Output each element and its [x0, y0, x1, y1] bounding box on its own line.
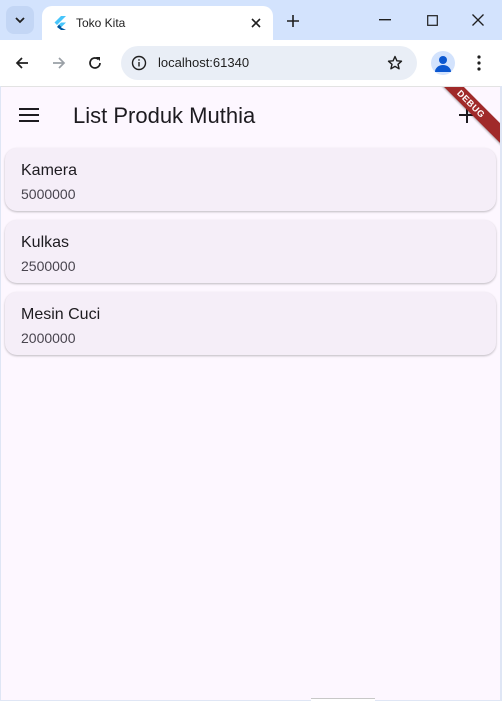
- forward-arrow-icon[interactable]: [45, 49, 73, 77]
- window-close-icon[interactable]: [455, 4, 501, 36]
- minimize-icon[interactable]: [362, 4, 408, 36]
- page-title: List Produk Muthia: [73, 103, 256, 128]
- product-name: Kamera: [21, 162, 78, 179]
- browser-tab-active[interactable]: Toko Kita: [42, 6, 273, 40]
- browser-toolbar: localhost:61340: [0, 40, 502, 86]
- product-card[interactable]: Kamera 5000000: [5, 148, 496, 211]
- flutter-icon: [52, 15, 68, 31]
- product-name: Kulkas: [21, 234, 70, 251]
- address-bar[interactable]: localhost:61340: [121, 46, 417, 80]
- tab-close-icon[interactable]: [245, 12, 267, 34]
- reload-icon[interactable]: [81, 49, 109, 77]
- browser-tabstrip: Toko Kita: [0, 0, 502, 40]
- product-price: 2000000: [21, 330, 76, 346]
- app-viewport: List Produk Muthia DEBUG Kamera 5000000 …: [1, 86, 500, 700]
- product-list: Kamera 5000000 Kulkas 2500000 Mesin Cuci…: [5, 148, 496, 364]
- bookmark-star-icon[interactable]: [385, 53, 405, 73]
- product-card[interactable]: Mesin Cuci 2000000: [5, 292, 496, 355]
- product-card[interactable]: Kulkas 2500000: [5, 220, 496, 283]
- tab-search-button[interactable]: [6, 6, 34, 34]
- back-arrow-icon[interactable]: [8, 49, 36, 77]
- more-menu-icon[interactable]: [468, 51, 490, 75]
- new-tab-icon[interactable]: [282, 10, 304, 32]
- product-price: 2500000: [21, 258, 76, 274]
- chevron-down-icon: [15, 17, 25, 24]
- menu-hamburger-icon[interactable]: [15, 103, 43, 127]
- address-url: localhost:61340: [158, 55, 250, 70]
- product-price: 5000000: [21, 186, 76, 202]
- tab-title: Toko Kita: [76, 16, 126, 30]
- maximize-icon[interactable]: [409, 4, 455, 36]
- app-bar: List Produk Muthia: [1, 87, 500, 143]
- profile-avatar-icon[interactable]: [431, 51, 455, 75]
- product-name: Mesin Cuci: [21, 306, 101, 323]
- site-info-icon[interactable]: [129, 53, 149, 73]
